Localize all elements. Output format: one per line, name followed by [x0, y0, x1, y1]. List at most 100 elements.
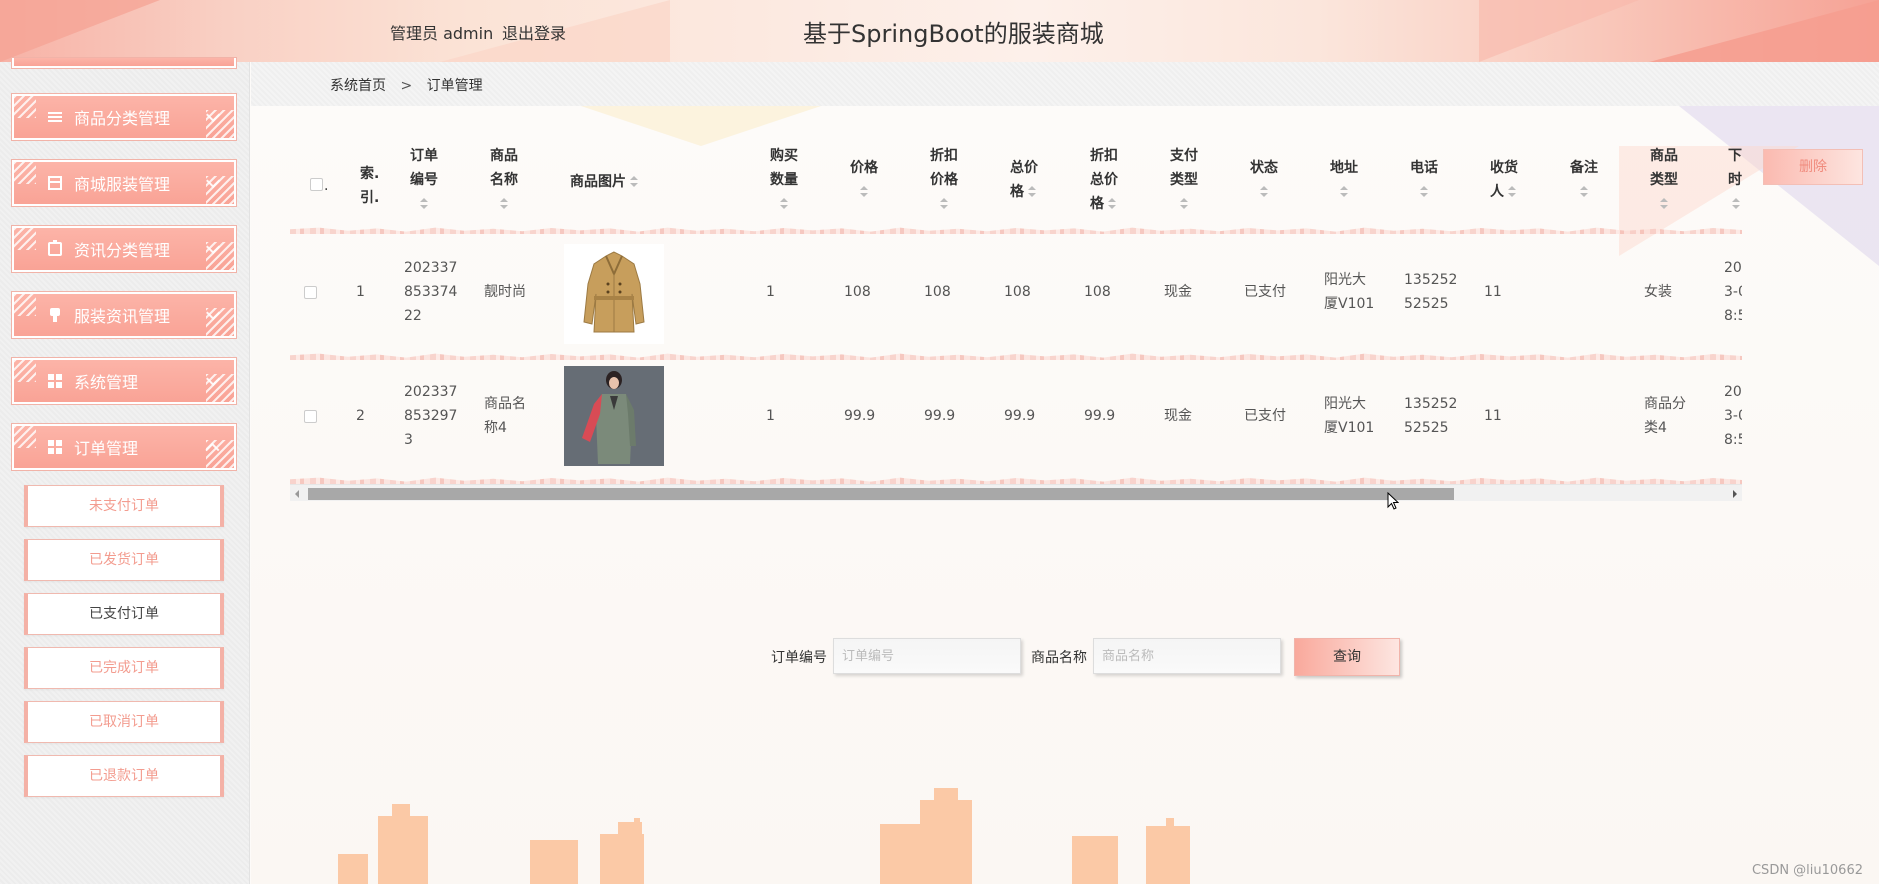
cell-discount-price: 99.9: [924, 408, 956, 424]
submenu-cancelled-orders[interactable]: 已取消订单: [24, 701, 224, 743]
sort-icon[interactable]: [630, 176, 638, 188]
scroll-right-arrow-icon[interactable]: [1733, 490, 1737, 498]
header-text: 收货: [1490, 160, 1518, 176]
cell-pay-type: 现金: [1164, 284, 1192, 300]
cell-discount-price: 108: [924, 284, 951, 300]
header-text: 编号: [410, 172, 438, 188]
table-header: . 索. 引. 订单 编号 商品 名称 商品图片 购买 数量 价格 折扣 价格 …: [290, 130, 1742, 230]
delete-button[interactable]: 删除: [1763, 149, 1863, 185]
header-text: 商品: [1650, 148, 1678, 164]
order-no-search-input[interactable]: [833, 638, 1021, 674]
sort-icon[interactable]: [1108, 198, 1116, 210]
cell-line: 135252: [1404, 396, 1458, 412]
sidebar-menu-clothing[interactable]: 商城服装管理: [11, 159, 237, 207]
sidebar-menu-label: 商城服装管理: [74, 175, 171, 194]
cell-line: 135252: [1404, 272, 1458, 288]
trench-coat-photo[interactable]: [564, 244, 664, 344]
column-header-order-time[interactable]: 下 时: [1728, 144, 1742, 216]
submenu-refunded-orders[interactable]: 已退款订单: [24, 755, 224, 797]
cell-product-name: 商品名 称4: [484, 392, 526, 440]
row-checkbox[interactable]: [304, 286, 317, 299]
column-header-discount-price[interactable]: 折扣 价格: [930, 144, 958, 216]
cell-line: 202337: [404, 260, 458, 276]
column-header-total[interactable]: 总价 格: [1010, 156, 1038, 204]
column-header-product-type[interactable]: 商品 类型: [1650, 144, 1678, 216]
cell-line: 阳光大: [1324, 396, 1366, 412]
menu-stripe-decoration: [14, 294, 36, 316]
sort-icon[interactable]: [1660, 198, 1668, 210]
submenu-completed-orders[interactable]: 已完成订单: [24, 647, 224, 689]
menu-stripe-decoration: [206, 374, 234, 402]
current-user: 管理员 admin: [390, 24, 494, 43]
sort-icon[interactable]: [420, 198, 428, 210]
column-header-pay-type[interactable]: 支付 类型: [1170, 144, 1198, 216]
product-name-search-input[interactable]: [1093, 638, 1281, 674]
column-header-product-image[interactable]: 商品图片: [570, 170, 638, 194]
submenu-shipped-orders[interactable]: 已发货订单: [24, 539, 224, 581]
table-row[interactable]: 1 202337 853374 22 靓时尚 1 108 108 108 108…: [290, 234, 1742, 352]
submenu-paid-orders[interactable]: 已支付订单: [24, 593, 224, 635]
sidebar-menu-label: 系统管理: [74, 373, 139, 392]
header-text: 格: [1090, 196, 1104, 212]
menu-stripe-decoration: [206, 242, 234, 270]
cell-receiver: 11: [1484, 408, 1502, 424]
logout-link[interactable]: 退出登录: [502, 20, 566, 44]
scrollbar-thumb[interactable]: [308, 488, 1454, 500]
row-checkbox[interactable]: [304, 410, 317, 423]
menu-stripe-decoration: [14, 162, 36, 184]
breadcrumb-home-link[interactable]: 系统首页: [330, 78, 386, 94]
sort-icon[interactable]: [780, 198, 788, 210]
sort-icon[interactable]: [1420, 186, 1428, 198]
header-text: 名称: [490, 172, 518, 188]
cell-receiver: 11: [1484, 284, 1502, 300]
sort-icon[interactable]: [1260, 186, 1268, 198]
header-text: 地址: [1330, 160, 1358, 176]
column-header-index[interactable]: 索. 引.: [360, 162, 379, 210]
cell-discount-total: 108: [1084, 284, 1111, 300]
table-row[interactable]: 2 202337 853297 3 商品名 称4 1 99.9 99.9 99.…: [290, 360, 1742, 478]
sort-icon[interactable]: [1028, 186, 1036, 198]
cell-order-no: 202337 853374 22: [404, 256, 457, 328]
column-header-address[interactable]: 地址: [1330, 156, 1358, 204]
sidebar-menu-previous-partial[interactable]: [11, 57, 237, 69]
menu-stripe-decoration: [14, 360, 36, 382]
cell-address: 阳光大 厦V101: [1324, 268, 1374, 316]
cell-discount-total: 99.9: [1084, 408, 1116, 424]
query-button[interactable]: 查询: [1294, 638, 1400, 676]
column-header-price[interactable]: 价格: [850, 156, 878, 204]
submenu-unpaid-orders[interactable]: 未支付订单: [24, 485, 224, 527]
sort-icon[interactable]: [1180, 198, 1188, 210]
woman-coat-photo[interactable]: [564, 366, 664, 466]
column-header-remark[interactable]: 备注: [1570, 156, 1598, 204]
sidebar-menu-label: 订单管理: [74, 439, 139, 458]
sidebar-menu-news-category[interactable]: 资讯分类管理: [11, 225, 237, 273]
scroll-left-arrow-icon[interactable]: [295, 490, 299, 498]
sidebar-menu-system[interactable]: 系统管理: [11, 357, 237, 405]
sort-icon[interactable]: [1508, 186, 1516, 198]
sidebar-menu-category[interactable]: 商品分类管理: [11, 93, 237, 141]
sort-icon[interactable]: [860, 186, 868, 198]
orders-table[interactable]: . 索. 引. 订单 编号 商品 名称 商品图片 购买 数量 价格 折扣 价格 …: [290, 130, 1742, 502]
sidebar-menu-news[interactable]: 服装资讯管理: [11, 291, 237, 339]
sort-icon[interactable]: [500, 198, 508, 210]
cell-line: 8:5: [1724, 432, 1742, 448]
sort-icon[interactable]: [940, 198, 948, 210]
app-title: 基于SpringBoot的服装商城: [803, 20, 1104, 48]
sort-icon[interactable]: [1732, 198, 1740, 210]
grid-icon: [48, 374, 62, 388]
column-header-phone[interactable]: 电话: [1410, 156, 1438, 204]
column-header-status[interactable]: 状态: [1250, 156, 1278, 204]
header-text: 备注: [1570, 160, 1598, 176]
column-header-product-name[interactable]: 商品 名称: [490, 144, 518, 216]
sort-icon[interactable]: [1580, 186, 1588, 198]
sort-icon[interactable]: [1340, 186, 1348, 198]
column-header-discount-total[interactable]: 折扣 总价 格: [1090, 144, 1118, 216]
column-header-receiver[interactable]: 收货 人: [1490, 156, 1518, 204]
sidebar-menu-orders[interactable]: 订单管理: [11, 423, 237, 471]
table-horizontal-scrollbar[interactable]: [290, 484, 1742, 501]
column-header-order-no[interactable]: 订单 编号: [410, 144, 438, 216]
header-text: 状态: [1250, 160, 1278, 176]
select-all-checkbox[interactable]: [310, 178, 323, 191]
header-text: 索.: [360, 166, 380, 182]
column-header-quantity[interactable]: 购买 数量: [770, 144, 798, 216]
